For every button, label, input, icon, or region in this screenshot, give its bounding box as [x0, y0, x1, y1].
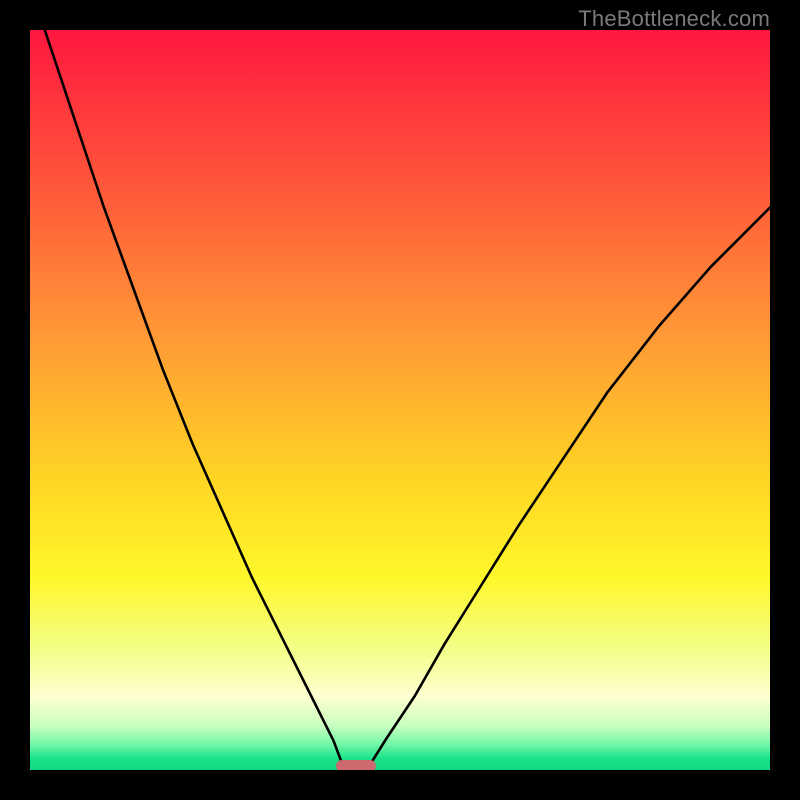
- minimum-marker: [336, 760, 376, 770]
- bottleneck-curve: [30, 30, 770, 770]
- curve-right-branch: [367, 208, 770, 770]
- watermark-text: TheBottleneck.com: [578, 6, 770, 32]
- plot-area: [30, 30, 770, 770]
- curve-left-branch: [45, 30, 345, 770]
- chart-frame: TheBottleneck.com: [0, 0, 800, 800]
